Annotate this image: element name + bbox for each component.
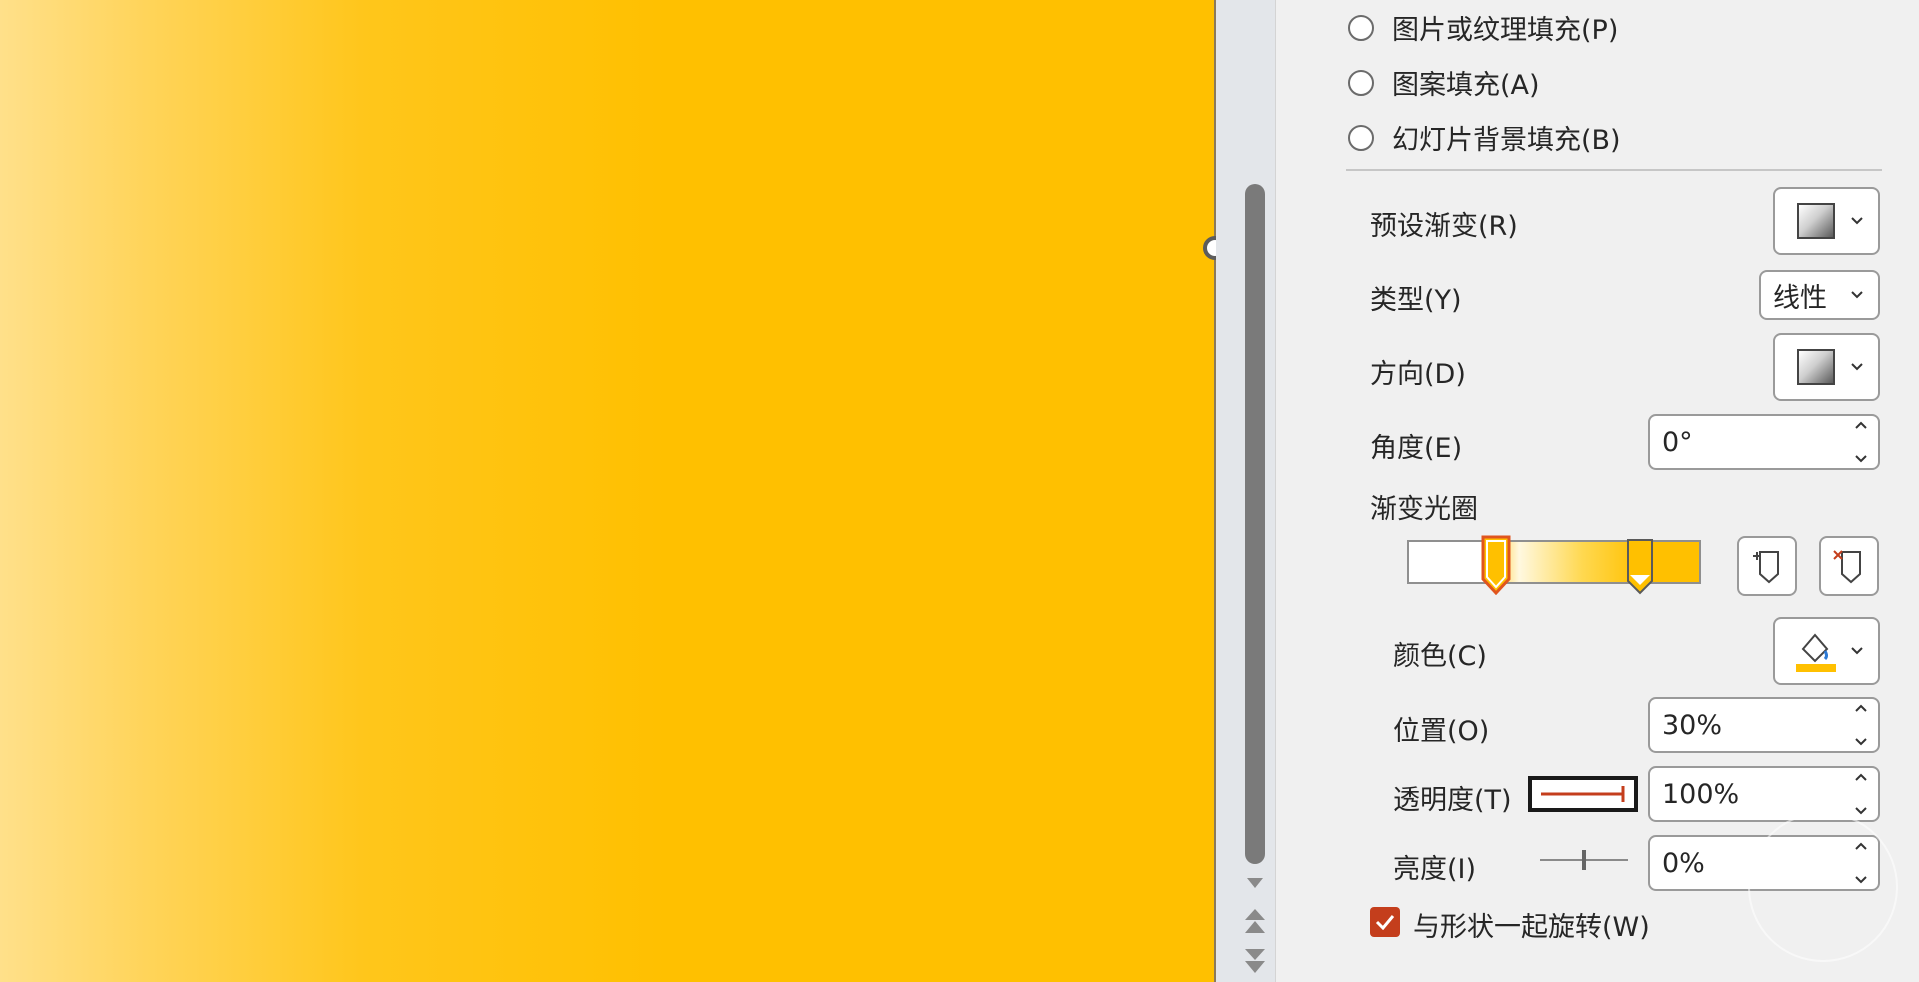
add-gradient-stop-button[interactable] [1737,536,1797,596]
stop-transparency-label: 透明度(T) [1393,785,1512,816]
chevron-down-icon [1851,363,1863,371]
spin-down-icon[interactable] [1854,806,1868,816]
chevron-down-icon [1851,217,1863,225]
gradient-type-label: 类型(Y) [1370,285,1462,316]
stop-color-picker[interactable] [1773,617,1880,685]
fill-option-label: 幻灯片背景填充(B) [1392,125,1621,156]
spin-up-icon[interactable] [1854,420,1868,430]
gradient-direction-label: 方向(D) [1370,359,1466,390]
angle-spinbox[interactable]: 0° [1648,414,1880,470]
slider-track [1541,786,1625,802]
add-stop-icon [1753,551,1779,584]
stop-brightness-label: 亮度(I) [1393,854,1477,885]
gradient-stop-selected[interactable] [1481,535,1511,595]
radio-button[interactable] [1348,14,1374,41]
radio-button[interactable] [1348,124,1374,151]
radio-button[interactable] [1348,69,1374,96]
fill-option-label: 图案填充(A) [1392,70,1540,101]
fill-option-picture[interactable]: 图片或纹理填充(P) [1348,8,1618,47]
gradient-type-value: 线性 [1773,282,1827,314]
chevron-down-icon [1851,647,1863,655]
section-divider [1346,169,1882,171]
spin-down-icon[interactable] [1854,737,1868,747]
brightness-value: 0% [1662,847,1705,879]
angle-value: 0° [1662,426,1693,458]
gradient-swatch-icon [1797,203,1835,239]
position-spinbox[interactable]: 30% [1648,697,1880,753]
paint-bucket-icon [1796,633,1836,672]
spin-up-icon[interactable] [1854,703,1868,713]
double-arrow-down-icon [1245,949,1265,973]
previous-slide-button[interactable] [1242,908,1268,934]
slide-canvas[interactable] [0,0,1215,982]
fill-option-slide-background[interactable]: 幻灯片背景填充(B) [1348,118,1621,157]
spin-down-icon[interactable] [1854,454,1868,464]
rotate-with-shape-checkbox[interactable] [1370,907,1400,937]
position-value: 30% [1662,709,1723,741]
brightness-slider[interactable] [1540,848,1628,872]
watermark-logo [1748,812,1898,962]
arrow-down-icon [1247,878,1263,888]
gradient-type-dropdown[interactable]: 线性 [1759,270,1880,320]
preset-gradient-label: 预设渐变(R) [1370,211,1518,242]
transparency-value: 100% [1662,778,1740,810]
direction-swatch-icon [1797,349,1835,385]
spin-up-icon[interactable] [1854,772,1868,782]
rotate-with-shape-label: 与形状一起旋转(W) [1413,912,1650,943]
transparency-slider[interactable] [1528,776,1638,812]
gradient-stops-label: 渐变光圈 [1370,494,1478,525]
gradient-stop[interactable] [1625,537,1655,597]
gradient-stops-bar[interactable] [1407,540,1701,584]
next-slide-button[interactable] [1242,948,1268,974]
stop-position-label: 位置(O) [1393,716,1490,747]
remove-stop-icon [1833,550,1861,584]
fill-option-pattern[interactable]: 图案填充(A) [1348,63,1540,102]
double-arrow-up-icon [1245,909,1265,933]
scroll-down-button[interactable] [1242,870,1268,896]
fill-option-label: 图片或纹理填充(P) [1392,15,1619,46]
stop-color-label: 颜色(C) [1393,641,1487,672]
checkmark-icon [1375,915,1395,930]
gradient-direction-dropdown[interactable] [1773,333,1880,401]
remove-gradient-stop-button[interactable] [1819,536,1879,596]
scrollbar-thumb[interactable] [1245,184,1265,864]
preset-gradient-dropdown[interactable] [1773,187,1880,255]
transparency-spinbox[interactable]: 100% [1648,766,1880,822]
gradient-angle-label: 角度(E) [1370,433,1463,464]
chevron-down-icon [1851,291,1863,299]
